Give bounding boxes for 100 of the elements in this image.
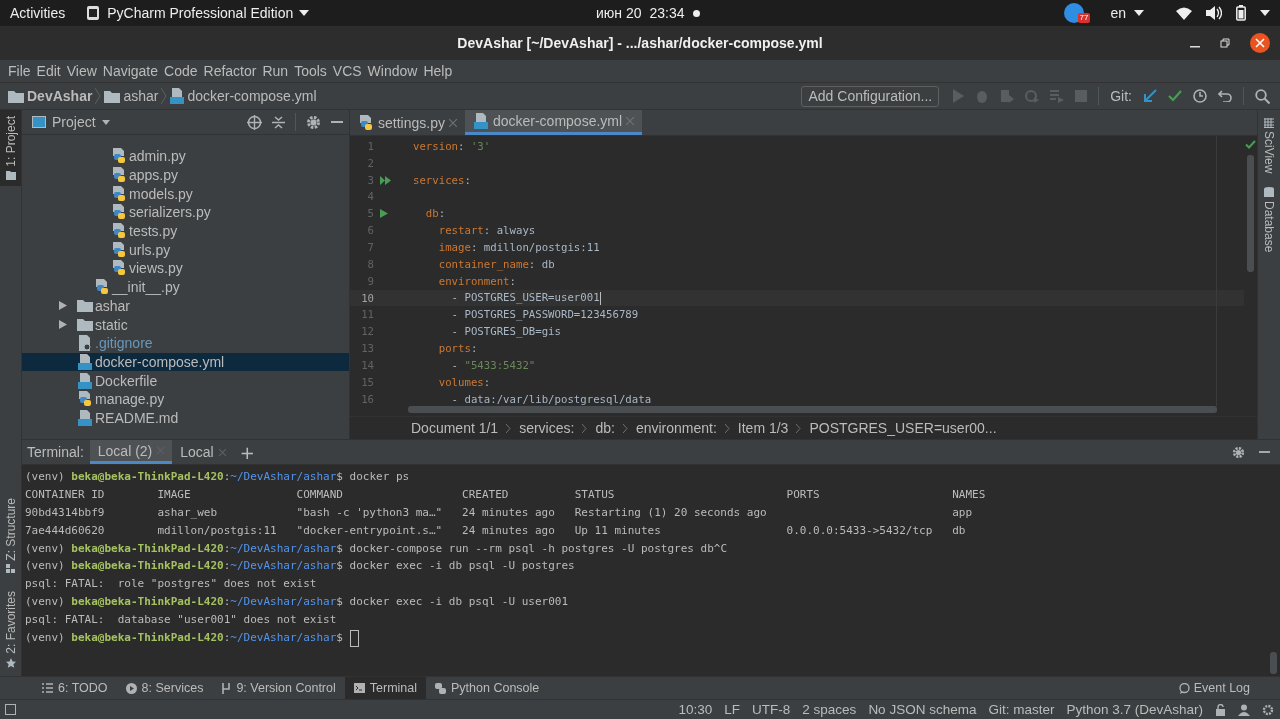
breadcrumb[interactable]: docker-compose.yml bbox=[170, 88, 317, 104]
line-number: 10 bbox=[360, 291, 374, 305]
tree-item[interactable]: models.py bbox=[22, 184, 349, 204]
menu-item[interactable]: File bbox=[5, 63, 34, 79]
app-menu[interactable]: PyCharm Professional Edition bbox=[85, 5, 310, 21]
check-icon[interactable] bbox=[1168, 90, 1182, 102]
scrollbar[interactable] bbox=[408, 406, 1217, 413]
tree-item[interactable]: apps.py bbox=[22, 165, 349, 185]
clock-icon[interactable] bbox=[1193, 89, 1207, 103]
code-line: - POSTGRES_PASSWORD=123456789 bbox=[450, 308, 639, 322]
session-tab[interactable]: Local bbox=[172, 440, 234, 464]
language-menu[interactable]: en bbox=[1110, 5, 1126, 21]
menu-item[interactable]: Code bbox=[161, 63, 201, 79]
menu-item[interactable]: Navigate bbox=[99, 63, 162, 79]
run-all-icon[interactable] bbox=[380, 175, 391, 185]
tool-window-tab[interactable]: 2: Favorites bbox=[0, 585, 21, 674]
tree-item[interactable]: .gitignore bbox=[22, 333, 349, 353]
menu-item[interactable]: VCS bbox=[329, 63, 365, 79]
scrollbar[interactable] bbox=[1270, 652, 1277, 674]
status-item[interactable]: LF bbox=[724, 702, 741, 717]
project-view-menu[interactable]: Project bbox=[32, 114, 110, 130]
line-number: 1 bbox=[366, 139, 374, 153]
breadcrumb[interactable]: DevAshar bbox=[8, 88, 93, 104]
line-number: 5 bbox=[366, 207, 374, 221]
folder-icon bbox=[8, 89, 24, 103]
tree-item[interactable]: tests.py bbox=[22, 221, 349, 241]
tool-window-tab[interactable]: Z: Structure bbox=[0, 491, 21, 580]
gear-icon[interactable] bbox=[1262, 703, 1274, 716]
new-tab-button[interactable]: + bbox=[233, 440, 261, 464]
breadcrumb[interactable]: environment: bbox=[635, 420, 717, 436]
battery-icon[interactable] bbox=[1236, 5, 1246, 21]
breadcrumb[interactable]: db: bbox=[595, 420, 615, 436]
arrow-icon[interactable] bbox=[1143, 89, 1157, 103]
breadcrumb[interactable]: POSTGRES_USER=user00... bbox=[809, 420, 997, 436]
tool-window-tab[interactable]: Python Console bbox=[426, 677, 549, 699]
lock-icon[interactable] bbox=[1215, 703, 1226, 716]
close-icon[interactable] bbox=[1250, 33, 1270, 53]
dot-icon bbox=[692, 9, 700, 17]
breadcrumb[interactable]: Document 1/1 bbox=[411, 420, 499, 436]
restore-icon[interactable] bbox=[1220, 38, 1230, 48]
settings-icon[interactable] bbox=[306, 114, 321, 130]
breadcrumb[interactable]: services: bbox=[519, 420, 575, 436]
editor-tab[interactable]: settings.py bbox=[350, 110, 465, 135]
menu-item[interactable]: Edit bbox=[33, 63, 64, 79]
python-file-icon bbox=[94, 279, 110, 296]
run-icon[interactable] bbox=[380, 209, 388, 219]
tree-item[interactable]: README.md bbox=[22, 408, 349, 428]
project-tool-tab[interactable]: 1: Project bbox=[0, 110, 21, 186]
scrollbar[interactable] bbox=[1247, 155, 1254, 272]
menu-item[interactable]: Tools bbox=[291, 63, 330, 79]
tool-window-tab[interactable]: Terminal bbox=[344, 677, 426, 699]
menu-item[interactable]: Help bbox=[420, 63, 456, 79]
editor-tab[interactable]: docker-compose.yml bbox=[464, 110, 643, 135]
volume-icon[interactable] bbox=[1206, 6, 1222, 20]
undo-icon[interactable] bbox=[1218, 90, 1232, 102]
person-icon[interactable] bbox=[1238, 703, 1250, 716]
square-icon[interactable] bbox=[5, 704, 16, 715]
caret-icon[interactable] bbox=[1260, 10, 1270, 16]
menu-item[interactable]: Run bbox=[259, 63, 292, 79]
tree-item[interactable]: urls.py bbox=[22, 240, 349, 260]
session-tab[interactable]: Local (2) bbox=[89, 440, 173, 464]
settings-icon[interactable] bbox=[1232, 445, 1245, 459]
file-icon bbox=[77, 409, 93, 426]
status-item[interactable]: Git: master bbox=[988, 702, 1055, 717]
menu-item[interactable]: View bbox=[63, 63, 100, 79]
activities-button[interactable]: Activities bbox=[10, 5, 66, 21]
folder-icon bbox=[77, 299, 93, 313]
chevron-icon bbox=[622, 423, 628, 433]
tool-window-tab[interactable]: 8: Services bbox=[116, 677, 213, 699]
wifi-icon[interactable] bbox=[1176, 6, 1192, 20]
tree-item[interactable]: Dockerfile bbox=[22, 371, 349, 390]
tree-item[interactable]: admin.py bbox=[22, 147, 349, 166]
status-item[interactable]: Python 3.7 (DevAshar) bbox=[1066, 702, 1203, 717]
tree-item[interactable]: manage.py bbox=[22, 389, 349, 409]
crosshair-icon[interactable] bbox=[247, 114, 262, 130]
menu-item[interactable]: Refactor bbox=[200, 63, 260, 79]
star-icon bbox=[5, 658, 16, 668]
event-log-tab[interactable]: Event Log bbox=[1178, 677, 1280, 699]
structure-icon bbox=[6, 564, 15, 574]
breadcrumb[interactable]: Item 1/3 bbox=[737, 420, 789, 436]
tool-window-tab[interactable]: SciView bbox=[1262, 118, 1276, 174]
status-item[interactable]: 10:30 bbox=[678, 702, 713, 717]
menu-item[interactable]: Window bbox=[364, 63, 421, 79]
tool-window-tab[interactable]: 6: TODO bbox=[33, 677, 117, 699]
tree-item[interactable]: static bbox=[22, 315, 349, 334]
add-configuration-button[interactable]: Add Configuration... bbox=[801, 85, 940, 107]
status-item[interactable]: 2 spaces bbox=[802, 702, 857, 717]
tree-item[interactable]: views.py bbox=[22, 259, 349, 278]
tool-window-tab[interactable]: 9: Version Control bbox=[212, 677, 345, 699]
search-icon[interactable] bbox=[1255, 88, 1270, 104]
status-item[interactable]: UTF-8 bbox=[752, 702, 791, 717]
terminal-line: psql: FATAL: database "user001" does not exist bbox=[25, 612, 338, 629]
tree-item[interactable]: __init__.py bbox=[22, 277, 349, 297]
collapse-icon[interactable] bbox=[272, 114, 285, 130]
tool-window-tab[interactable]: Database bbox=[1262, 187, 1276, 253]
status-item[interactable]: No JSON schema bbox=[868, 702, 977, 717]
tree-item[interactable]: serializers.py bbox=[22, 203, 349, 222]
breadcrumb[interactable]: ashar bbox=[104, 88, 159, 104]
tree-item[interactable]: ashar bbox=[22, 296, 349, 316]
tree-item[interactable]: docker-compose.yml bbox=[22, 352, 349, 372]
